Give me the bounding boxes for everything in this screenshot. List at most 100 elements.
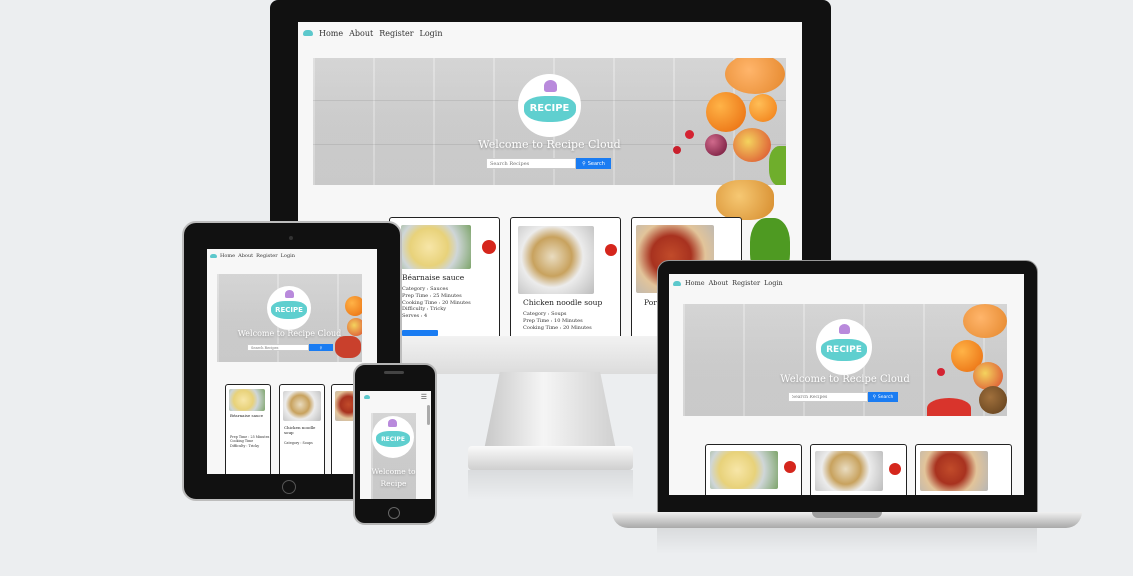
logo-cloud: RECIPE: [821, 339, 867, 361]
hero-banner: RECIPE Welcome to Recipe Cloud ⚲: [217, 274, 362, 362]
tomato-decor: [605, 244, 617, 256]
plum-fruit: [705, 134, 727, 156]
phone-home-button[interactable]: [388, 507, 400, 519]
welcome-heading-line2: Recipe: [380, 479, 407, 488]
recipe-meta: Category : Soups: [284, 441, 313, 445]
chef-hat-icon: [544, 80, 557, 92]
search-input[interactable]: [486, 158, 576, 169]
nav-home[interactable]: Home: [685, 279, 705, 287]
monitor-reflection: [468, 470, 633, 500]
search-input[interactable]: [788, 392, 868, 402]
nav-bar: Home About Register Login: [207, 249, 377, 263]
tablet-camera: [289, 236, 293, 240]
orange-fruit: [749, 94, 777, 122]
nav-register[interactable]: Register: [379, 29, 413, 38]
recipe-card[interactable]: Béarnaise sauce Prep Time : 25 Minutes C…: [225, 384, 271, 474]
nav-bar: ☰: [360, 391, 431, 403]
melon-fruit: [335, 336, 361, 358]
peach-fruit: [733, 128, 771, 162]
nav-home[interactable]: Home: [319, 29, 343, 38]
phone-scrollbar[interactable]: [427, 405, 430, 425]
tomato-decor: [889, 463, 901, 475]
pineapple-fruit: [716, 180, 774, 220]
recipe-title: Chicken noodle soup: [284, 425, 316, 436]
search-icon: ⚲: [872, 394, 876, 400]
cloud-logo-icon[interactable]: [673, 280, 681, 286]
nav-register[interactable]: Register: [732, 279, 760, 287]
search-button[interactable]: ⚲ Search: [576, 158, 611, 169]
welcome-heading: Welcome to Recipe Cloud: [780, 374, 910, 385]
recipe-meta: Category : Sauces Prep Time : 25 Minutes…: [402, 286, 471, 319]
search-input[interactable]: [247, 344, 309, 351]
recipe-image: [920, 451, 988, 491]
nav-login[interactable]: Login: [281, 253, 295, 259]
phone-screen: ☰ RECIPE Welcome to Recipe: [360, 391, 431, 499]
recipe-title: Chicken noodle soup: [523, 298, 603, 307]
search-button[interactable]: ⚲ Search: [868, 392, 898, 402]
nav-register[interactable]: Register: [256, 253, 277, 259]
chef-hat-icon: [839, 324, 850, 334]
tablet-home-button[interactable]: [282, 480, 296, 494]
recipe-card[interactable]: [705, 444, 802, 495]
logo-cloud: RECIPE: [376, 431, 410, 447]
laptop-reflection: [657, 528, 1037, 554]
search-button[interactable]: ⚲: [309, 344, 333, 351]
cloud-logo-icon[interactable]: [210, 254, 217, 258]
recipe-card[interactable]: [810, 444, 907, 495]
recipe-logo: RECIPE: [267, 286, 311, 330]
logo-cloud: RECIPE: [523, 95, 576, 122]
recipe-card[interactable]: Béarnaise sauce Category : Sauces Prep T…: [389, 217, 500, 338]
orange-fruit: [345, 296, 362, 316]
nav-about[interactable]: About: [238, 253, 253, 259]
hero-banner: RECIPE Welcome to Recipe: [371, 413, 416, 499]
laptop-screen: Home About Register Login RECIPE Welcome…: [669, 274, 1024, 495]
hamburger-menu-icon[interactable]: ☰: [421, 393, 427, 401]
cloud-logo-icon[interactable]: [364, 395, 370, 399]
recipe-card[interactable]: Chicken noodle soup Category : Soups Pre…: [510, 217, 621, 338]
orange-fruit: [706, 92, 746, 132]
strawberry-fruit: [685, 130, 694, 139]
nav-login[interactable]: Login: [420, 29, 443, 38]
strawberry-fruit: [937, 368, 945, 376]
recipe-meta: Prep Time : 25 Minutes Cooking Time Diff…: [230, 435, 270, 448]
recipe-meta: Category : Soups Prep Time : 10 Minutes …: [523, 311, 592, 331]
recipe-logo: RECIPE: [518, 74, 581, 137]
strawberry-fruit: [673, 146, 681, 154]
recipe-image: [815, 451, 883, 491]
laptop-notch: [812, 512, 882, 518]
nav-about[interactable]: About: [709, 279, 729, 287]
search-bar: ⚲: [247, 344, 333, 351]
nav-home[interactable]: Home: [220, 253, 235, 259]
recipe-card[interactable]: [915, 444, 1012, 495]
tomato-decor: [482, 240, 496, 254]
melon-fruit: [963, 304, 1007, 338]
search-icon: ⚲: [319, 345, 323, 350]
nav-about[interactable]: About: [349, 29, 373, 38]
search-bar: ⚲Search: [788, 392, 898, 402]
watermelon-fruit: [927, 398, 971, 416]
phone-speaker: [384, 371, 404, 374]
logo-cloud: RECIPE: [271, 301, 307, 319]
chef-hat-icon: [388, 419, 397, 427]
recipe-title: Béarnaise sauce: [402, 273, 465, 282]
monitor-stand: [484, 372, 616, 450]
nav-bar: Home About Register Login: [298, 22, 802, 44]
recipe-logo: RECIPE: [816, 319, 872, 375]
recipe-title: Béarnaise sauce: [230, 413, 264, 418]
recipe-logo: RECIPE: [372, 416, 414, 458]
coconut-fruit: [979, 386, 1007, 414]
recipe-image: [518, 226, 594, 294]
recipe-card[interactable]: Chicken noodle soup Category : Soups: [279, 384, 325, 474]
recipe-image: [401, 225, 471, 269]
hero-banner: RECIPE Welcome to Recipe Cloud ⚲Search: [313, 58, 786, 185]
melon-fruit: [725, 58, 785, 94]
recipe-image: [283, 391, 321, 421]
tomato-decor: [784, 461, 796, 473]
hero-banner: RECIPE Welcome to Recipe Cloud ⚲Search: [683, 304, 1007, 416]
monitor-base: [468, 446, 633, 470]
chef-hat-icon: [285, 290, 294, 298]
recipe-image: [710, 451, 778, 489]
nav-login[interactable]: Login: [764, 279, 783, 287]
cloud-logo-icon[interactable]: [303, 30, 313, 36]
tablet-screen: Home About Register Login RECIPE Welcome…: [207, 249, 377, 474]
